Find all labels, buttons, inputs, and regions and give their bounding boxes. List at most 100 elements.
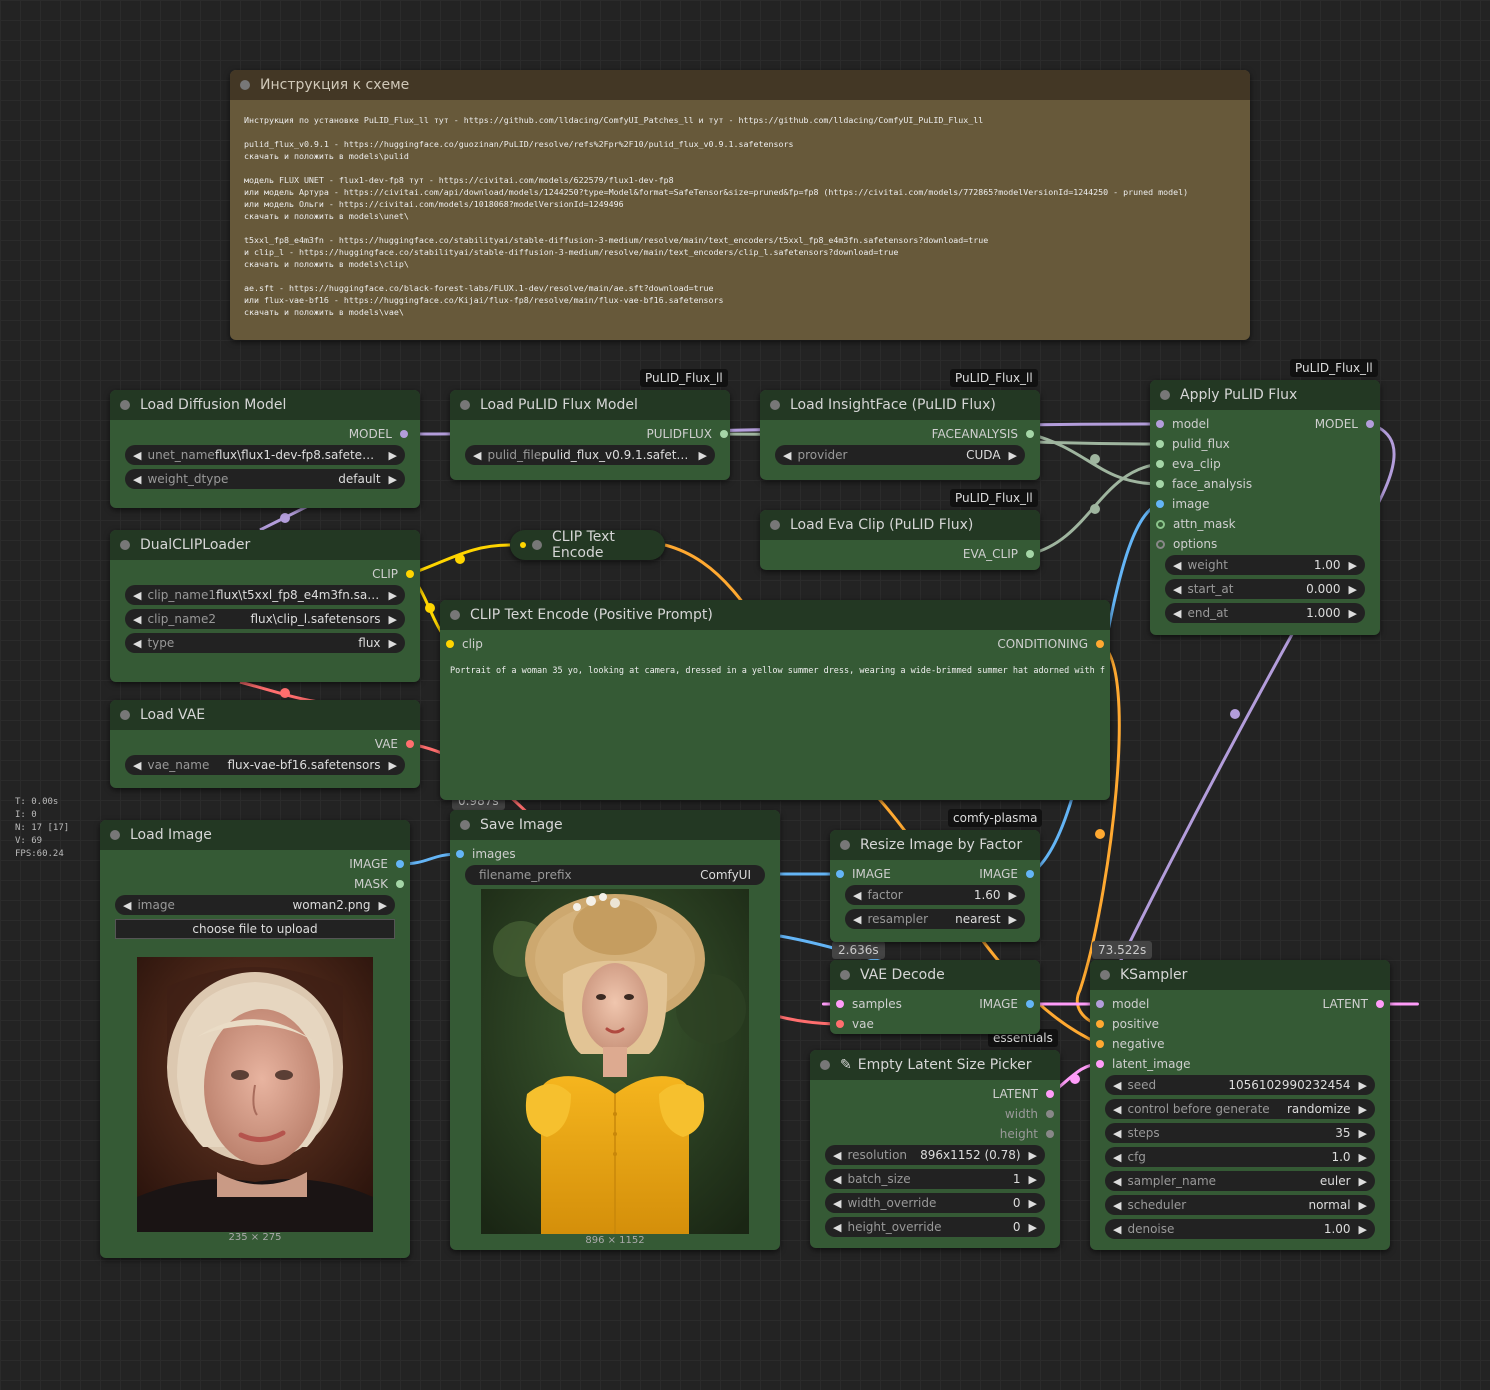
collapse-dot[interactable]	[1100, 970, 1110, 980]
left-arrow-icon[interactable]: ◀	[1173, 583, 1181, 596]
node-save-image[interactable]: Save Image images filename_prefix ComfyUI	[450, 810, 780, 1250]
output-latent[interactable]: LATENT	[1323, 994, 1384, 1014]
left-arrow-icon[interactable]: ◀	[783, 449, 791, 462]
socket[interactable]	[1156, 480, 1164, 488]
socket[interactable]	[720, 430, 728, 438]
socket[interactable]	[1376, 1000, 1384, 1008]
socket[interactable]	[400, 430, 408, 438]
right-arrow-icon[interactable]: ▶	[389, 759, 397, 772]
input-images[interactable]: images	[456, 844, 516, 864]
output-mask[interactable]: MASK	[354, 874, 404, 894]
collapse-dot[interactable]	[460, 820, 470, 830]
start-at-number[interactable]: ◀ start_at 0.000 ▶	[1165, 579, 1365, 599]
left-arrow-icon[interactable]: ◀	[133, 759, 141, 772]
right-arrow-icon[interactable]: ▶	[1029, 1149, 1037, 1162]
socket[interactable]	[1366, 420, 1374, 428]
node-load-vae[interactable]: Load VAE VAE ◀ vae_name flux-vae-bf16.safe…	[110, 700, 420, 788]
socket[interactable]	[1026, 430, 1034, 438]
input-samples[interactable]: samples	[836, 994, 902, 1014]
socket[interactable]	[1156, 539, 1165, 549]
node-load-image[interactable]: Load Image IMAGE MASK ◀ image woman2.png ▶ …	[100, 820, 410, 1258]
collapse-dot[interactable]	[120, 710, 130, 720]
left-arrow-icon[interactable]: ◀	[473, 449, 481, 462]
node-empty-latent-size-picker[interactable]: ✎ Empty Latent Size Picker LATENT width h…	[810, 1050, 1060, 1248]
left-arrow-icon[interactable]: ◀	[123, 899, 131, 912]
socket[interactable]	[836, 870, 844, 878]
output-pulidflux[interactable]: PULIDFLUX	[647, 424, 728, 444]
node-load-insightface[interactable]: Load InsightFace (PuLID Flux) FACEANALYS…	[760, 390, 1040, 480]
left-arrow-icon[interactable]: ◀	[1113, 1151, 1121, 1164]
collapse-dot[interactable]	[1160, 390, 1170, 400]
input-options[interactable]: options	[1156, 534, 1217, 554]
collapse-dot[interactable]	[840, 970, 850, 980]
vae-name-combo[interactable]: ◀ vae_name flux-vae-bf16.safetensors ▶	[125, 755, 405, 775]
output-model[interactable]: MODEL	[349, 424, 408, 444]
left-arrow-icon[interactable]: ◀	[133, 589, 141, 602]
type-combo[interactable]: ◀ type flux ▶	[125, 633, 405, 653]
clip-name2-combo[interactable]: ◀ clip_name2 flux\clip_l.safetensors ▶	[125, 609, 405, 629]
socket[interactable]	[836, 1020, 844, 1028]
node-apply-pulid-flux[interactable]: Apply PuLID Flux model pulid_flux eva_cl…	[1150, 380, 1380, 635]
node-load-diffusion-model[interactable]: Load Diffusion Model MODEL ◀ unet_name flu…	[110, 390, 420, 508]
collapse-dot[interactable]	[840, 840, 850, 850]
right-arrow-icon[interactable]: ▶	[1359, 1127, 1367, 1140]
note-text[interactable]: Инструкция по установке PuLID_Flux_ll ту…	[230, 100, 1250, 332]
socket[interactable]	[396, 860, 404, 868]
right-arrow-icon[interactable]: ▶	[389, 449, 397, 462]
node-ksampler[interactable]: KSampler model positive negative latent_…	[1090, 960, 1390, 1250]
socket[interactable]	[1096, 1000, 1104, 1008]
left-arrow-icon[interactable]: ◀	[1113, 1199, 1121, 1212]
collapse-dot[interactable]	[460, 400, 470, 410]
pulid-file-combo[interactable]: ◀ pulid_file pulid_flux_v0.9.1.safete... ▶	[465, 445, 715, 465]
left-arrow-icon[interactable]: ◀	[1173, 559, 1181, 572]
right-arrow-icon[interactable]: ▶	[1009, 889, 1017, 902]
weight-number[interactable]: ◀ weight 1.00 ▶	[1165, 555, 1365, 575]
sampler-name-combo[interactable]: ◀ sampler_name euler ▶	[1105, 1171, 1375, 1191]
left-arrow-icon[interactable]: ◀	[833, 1221, 841, 1234]
seed-number[interactable]: ◀ seed 1056102990232454 ▶	[1105, 1075, 1375, 1095]
node-clip-text-encode-positive[interactable]: CLIP Text Encode (Positive Prompt) clip …	[440, 600, 1110, 800]
collapse-dot[interactable]	[120, 400, 130, 410]
collapse-dot[interactable]	[240, 80, 250, 90]
output-clip[interactable]: CLIP	[372, 564, 414, 584]
collapse-dot[interactable]	[120, 540, 130, 550]
right-arrow-icon[interactable]: ▶	[1029, 1221, 1037, 1234]
resolution-combo[interactable]: ◀ resolution 896x1152 (0.78) ▶	[825, 1145, 1045, 1165]
input-latent-image[interactable]: latent_image	[1096, 1054, 1190, 1074]
denoise-number[interactable]: ◀ denoise 1.00 ▶	[1105, 1219, 1375, 1239]
socket[interactable]	[520, 542, 526, 548]
left-arrow-icon[interactable]: ◀	[1113, 1223, 1121, 1236]
socket[interactable]	[1026, 1000, 1034, 1008]
input-image[interactable]: image	[1156, 494, 1209, 514]
right-arrow-icon[interactable]: ▶	[1349, 583, 1357, 596]
socket[interactable]	[836, 1000, 844, 1008]
left-arrow-icon[interactable]: ◀	[833, 1197, 841, 1210]
left-arrow-icon[interactable]: ◀	[1113, 1079, 1121, 1092]
end-at-number[interactable]: ◀ end_at 1.000 ▶	[1165, 603, 1365, 623]
scheduler-combo[interactable]: ◀ scheduler normal ▶	[1105, 1195, 1375, 1215]
right-arrow-icon[interactable]: ▶	[389, 637, 397, 650]
resampler-combo[interactable]: ◀ resampler nearest ▶	[845, 909, 1025, 929]
node-load-pulid-flux-model[interactable]: Load PuLID Flux Model PULIDFLUX ◀ pulid_f…	[450, 390, 730, 480]
left-arrow-icon[interactable]: ◀	[1113, 1103, 1121, 1116]
left-arrow-icon[interactable]: ◀	[133, 449, 141, 462]
factor-number[interactable]: ◀ factor 1.60 ▶	[845, 885, 1025, 905]
output-width[interactable]: width	[1005, 1104, 1054, 1124]
input-negative[interactable]: negative	[1096, 1034, 1164, 1054]
right-arrow-icon[interactable]: ▶	[1009, 449, 1017, 462]
cfg-number[interactable]: ◀ cfg 1.0 ▶	[1105, 1147, 1375, 1167]
left-arrow-icon[interactable]: ◀	[133, 473, 141, 486]
socket[interactable]	[1026, 550, 1034, 558]
left-arrow-icon[interactable]: ◀	[853, 913, 861, 926]
left-arrow-icon[interactable]: ◀	[1113, 1127, 1121, 1140]
socket[interactable]	[1046, 1090, 1054, 1098]
height-override-number[interactable]: ◀ height_override 0 ▶	[825, 1217, 1045, 1237]
collapse-dot[interactable]	[770, 520, 780, 530]
input-eva-clip[interactable]: eva_clip	[1156, 454, 1221, 474]
output-conditioning[interactable]: CONDITIONING	[997, 634, 1104, 654]
node-clip-text-encode-collapsed[interactable]: CLIP Text Encode	[510, 529, 665, 561]
right-arrow-icon[interactable]: ▶	[1029, 1197, 1037, 1210]
socket[interactable]	[396, 880, 404, 888]
output-latent[interactable]: LATENT	[993, 1084, 1054, 1104]
filename-prefix-text[interactable]: filename_prefix ComfyUI	[465, 865, 765, 885]
